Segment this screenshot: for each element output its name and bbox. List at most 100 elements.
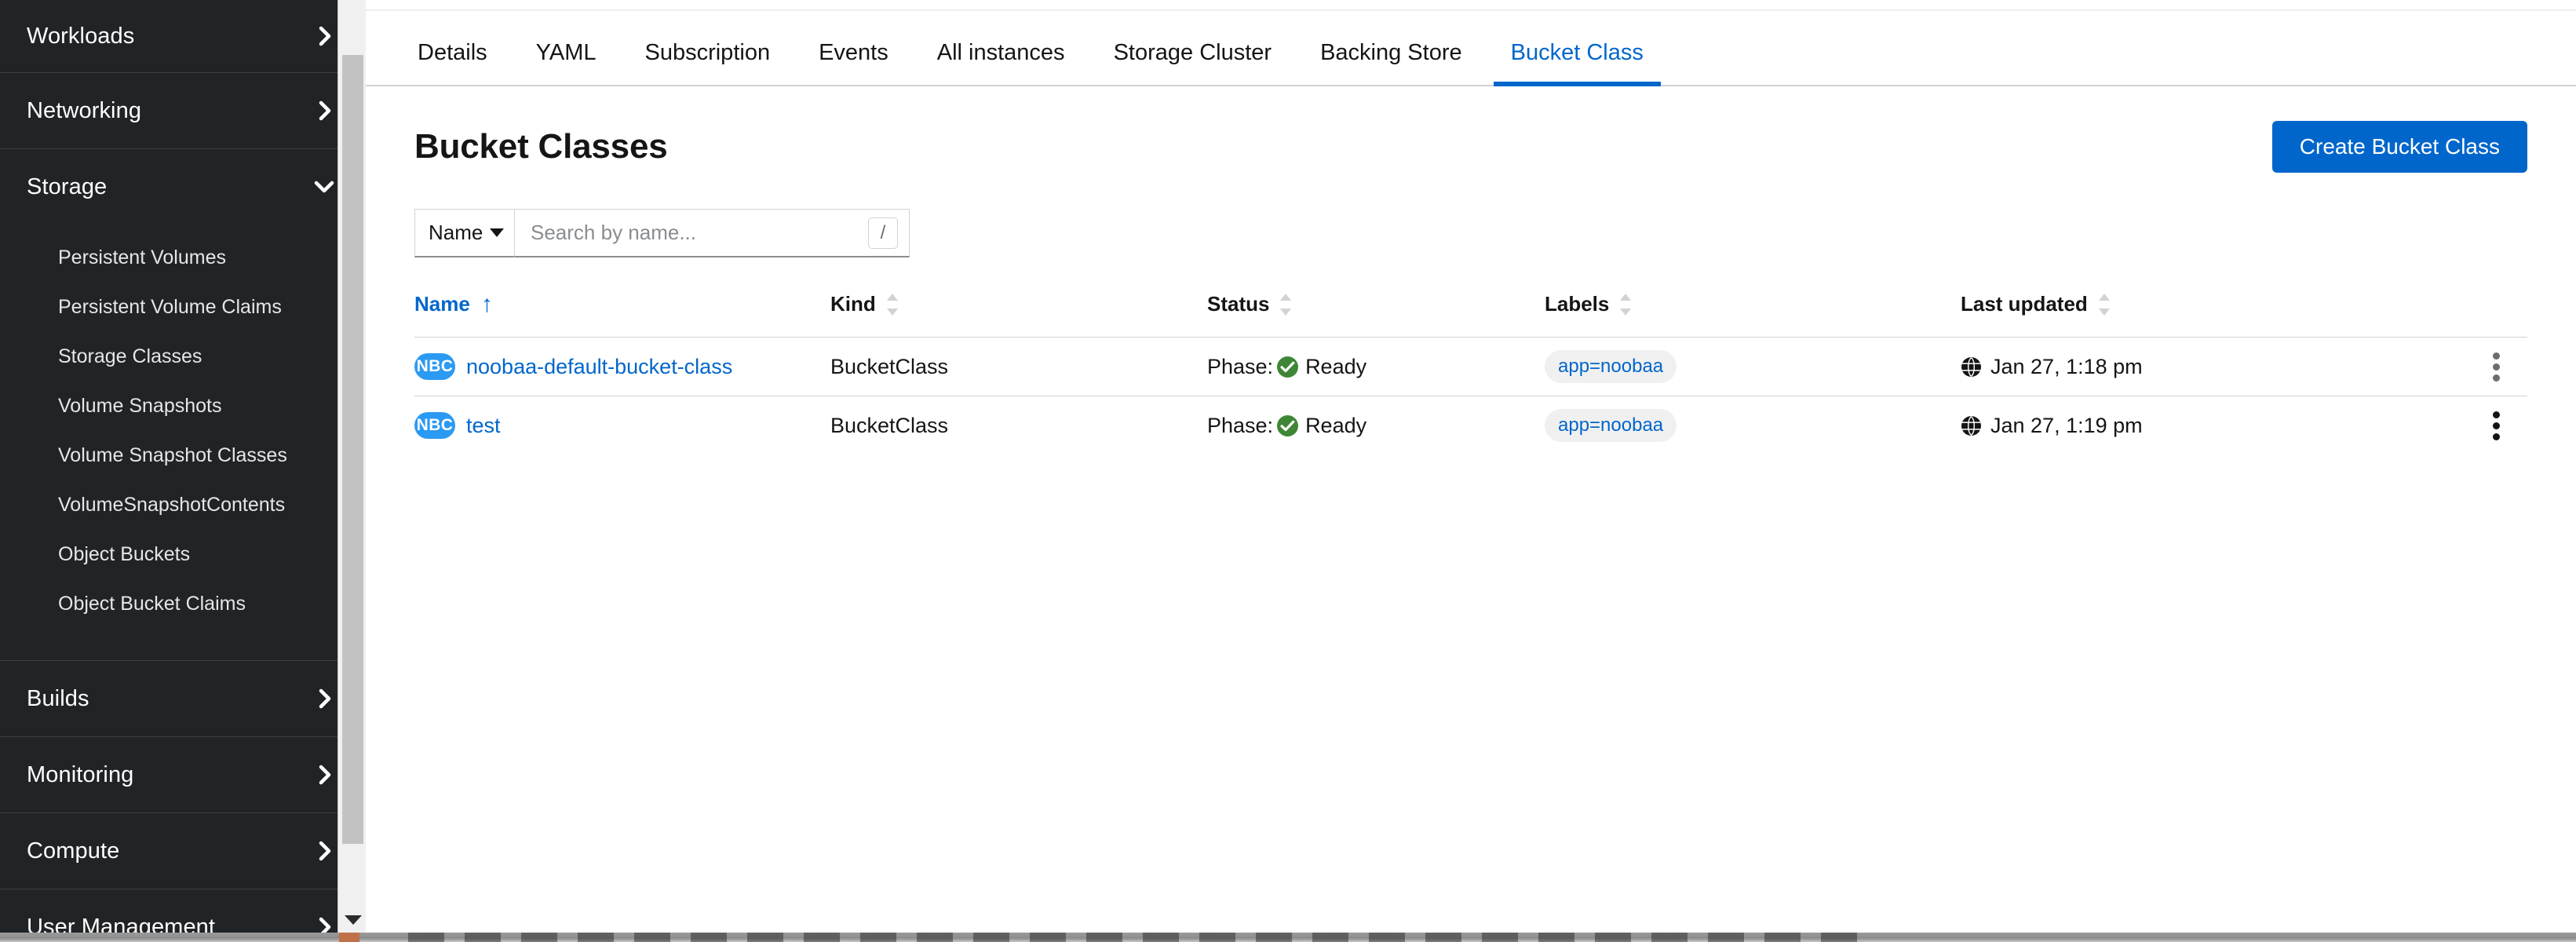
chevron-down-icon bbox=[314, 178, 334, 195]
timestamp: Jan 27, 1:18 pm bbox=[1990, 354, 2143, 378]
bucket-class-table: Name ↑ Kind Status Labels Last updated NBC noo… bbox=[414, 292, 2527, 455]
cell-last-updated: Jan 27, 1:18 pm bbox=[1961, 337, 2465, 396]
taskbar-tile bbox=[465, 933, 501, 942]
nav-group-toggle-compute[interactable]: Compute bbox=[0, 813, 366, 889]
sidebar-scrollbar[interactable] bbox=[338, 0, 366, 942]
sidebar-item-persistent-volume-claims[interactable]: Persistent Volume Claims bbox=[0, 283, 366, 332]
taskbar-tile bbox=[1538, 933, 1574, 942]
taskbar-tile bbox=[1312, 933, 1348, 942]
nav-group-toggle-networking[interactable]: Networking bbox=[0, 73, 366, 148]
sort-icon bbox=[2098, 293, 2110, 316]
column-header-label: Last updated bbox=[1961, 292, 2088, 316]
cell-status: Phase: Ready bbox=[1207, 337, 1545, 396]
check-circle-icon bbox=[1277, 414, 1299, 436]
taskbar-tile bbox=[578, 933, 614, 942]
cell-status: Phase: Ready bbox=[1207, 396, 1545, 455]
nav-group-toggle-workloads[interactable]: Workloads bbox=[0, 0, 366, 72]
tab-bucket-class[interactable]: Bucket Class bbox=[1493, 40, 1662, 86]
taskbar-tile bbox=[1821, 933, 1857, 942]
sidebar-item-volumesnapshotcontents[interactable]: VolumeSnapshotContents bbox=[0, 480, 366, 530]
sidebar-item-volume-snapshot-classes[interactable]: Volume Snapshot Classes bbox=[0, 431, 366, 480]
nav-group-builds: Builds bbox=[0, 661, 366, 737]
status-prefix-label: Phase: bbox=[1207, 413, 1274, 437]
tab-backing-store[interactable]: Backing Store bbox=[1303, 40, 1480, 85]
column-header-label: Name bbox=[414, 292, 470, 316]
row-actions-kebab-icon[interactable] bbox=[2480, 345, 2512, 389]
table-head: Name ↑ Kind Status Labels Last updated bbox=[414, 292, 2527, 338]
search-box[interactable]: / bbox=[515, 209, 910, 257]
sidebar-item-object-buckets[interactable]: Object Buckets bbox=[0, 530, 366, 579]
cell-name: NBC noobaa-default-bucket-class bbox=[414, 337, 830, 396]
column-header-label: Kind bbox=[830, 292, 876, 316]
cell-labels: app=noobaa bbox=[1545, 337, 1961, 396]
nav-group-label: Builds bbox=[27, 685, 89, 711]
cell-name: NBC test bbox=[414, 396, 830, 455]
nav-group-storage: Storage Persistent Volumes Persistent Volu… bbox=[0, 149, 366, 661]
nav-group-compute: Compute bbox=[0, 813, 366, 889]
taskbar-tile bbox=[1369, 933, 1405, 942]
check-circle-icon bbox=[1277, 356, 1299, 378]
column-header-labels[interactable]: Labels bbox=[1545, 292, 1961, 338]
sidebar-item-persistent-volumes[interactable]: Persistent Volumes bbox=[0, 233, 366, 283]
taskbar-tile bbox=[1764, 933, 1801, 942]
nav-group-toggle-storage[interactable]: Storage bbox=[0, 149, 366, 225]
filter-group: Name / bbox=[414, 209, 910, 257]
taskbar-tile bbox=[1030, 933, 1066, 942]
sidebar-item-volume-snapshots[interactable]: Volume Snapshots bbox=[0, 382, 366, 431]
column-header-kind[interactable]: Kind bbox=[830, 292, 1207, 338]
tab-yaml[interactable]: YAML bbox=[519, 40, 614, 85]
nav-group-toggle-builds[interactable]: Builds bbox=[0, 661, 366, 736]
sidebar-item-object-bucket-claims[interactable]: Object Bucket Claims bbox=[0, 579, 366, 629]
bucket-class-badge-icon: NBC bbox=[414, 353, 455, 380]
tab-all-instances[interactable]: All instances bbox=[920, 40, 1082, 85]
column-header-label: Status bbox=[1207, 292, 1270, 316]
chevron-right-icon bbox=[317, 688, 334, 709]
create-bucket-class-button[interactable]: Create Bucket Class bbox=[2271, 121, 2527, 173]
page-header: Bucket Classes Create Bucket Class bbox=[366, 86, 2576, 173]
taskbar-tile bbox=[747, 933, 783, 942]
taskbar-tile bbox=[1143, 933, 1179, 942]
nav-group-label: Networking bbox=[27, 97, 142, 123]
column-header-last-updated[interactable]: Last updated bbox=[1961, 292, 2465, 338]
sidebar-item-storage-classes[interactable]: Storage Classes bbox=[0, 332, 366, 382]
row-actions-kebab-icon[interactable] bbox=[2480, 403, 2512, 448]
label-chip[interactable]: app=noobaa bbox=[1545, 350, 1677, 383]
main-content: Details YAML Subscription Events All instanc… bbox=[366, 0, 2576, 942]
nav-group-toggle-monitoring[interactable]: Monitoring bbox=[0, 737, 366, 812]
bucket-class-link[interactable]: test bbox=[466, 414, 501, 438]
timestamp: Jan 27, 1:19 pm bbox=[1990, 413, 2143, 437]
column-header-name[interactable]: Name ↑ bbox=[414, 292, 830, 338]
nav-group-label: Workloads bbox=[27, 23, 135, 49]
tab-details[interactable]: Details bbox=[400, 40, 505, 85]
tab-storage-cluster[interactable]: Storage Cluster bbox=[1096, 40, 1290, 85]
globe-icon bbox=[1961, 415, 1982, 436]
tab-events[interactable]: Events bbox=[801, 40, 906, 85]
column-header-status[interactable]: Status bbox=[1207, 292, 1545, 338]
taskbar-tile bbox=[973, 933, 1009, 942]
chevron-down-icon bbox=[490, 228, 504, 237]
taskbar-app-icon bbox=[339, 933, 359, 942]
cell-kind: BucketClass bbox=[830, 396, 1207, 455]
search-input[interactable] bbox=[531, 221, 868, 245]
filter-type-dropdown[interactable]: Name bbox=[414, 209, 515, 257]
sort-icon bbox=[1620, 293, 1632, 316]
primary-navigation-sidebar: Workloads Networking Storage Persistent Vol… bbox=[0, 0, 366, 942]
search-shortcut-badge: / bbox=[868, 217, 898, 249]
table-row: NBC test BucketClass Phase: Ready app=noobaa J… bbox=[414, 396, 2527, 455]
chevron-right-icon bbox=[317, 841, 334, 861]
tab-subscription[interactable]: Subscription bbox=[627, 40, 787, 85]
taskbar-tile bbox=[1256, 933, 1292, 942]
page-title: Bucket Classes bbox=[414, 127, 668, 166]
taskbar-tile bbox=[860, 933, 896, 942]
taskbar-tile bbox=[1199, 933, 1235, 942]
bucket-class-badge-icon: NBC bbox=[414, 412, 455, 440]
chevron-right-icon bbox=[317, 765, 334, 785]
status-badge: Ready bbox=[1305, 413, 1367, 437]
bucket-class-link[interactable]: noobaa-default-bucket-class bbox=[466, 355, 732, 379]
cell-last-updated: Jan 27, 1:19 pm bbox=[1961, 396, 2465, 455]
label-chip[interactable]: app=noobaa bbox=[1545, 409, 1677, 443]
scroll-down-arrow-icon[interactable] bbox=[345, 915, 362, 925]
taskbar-tile bbox=[804, 933, 840, 942]
table-header-row: Name ↑ Kind Status Labels Last updated bbox=[414, 292, 2527, 338]
sidebar-scrollbar-thumb[interactable] bbox=[342, 55, 363, 844]
